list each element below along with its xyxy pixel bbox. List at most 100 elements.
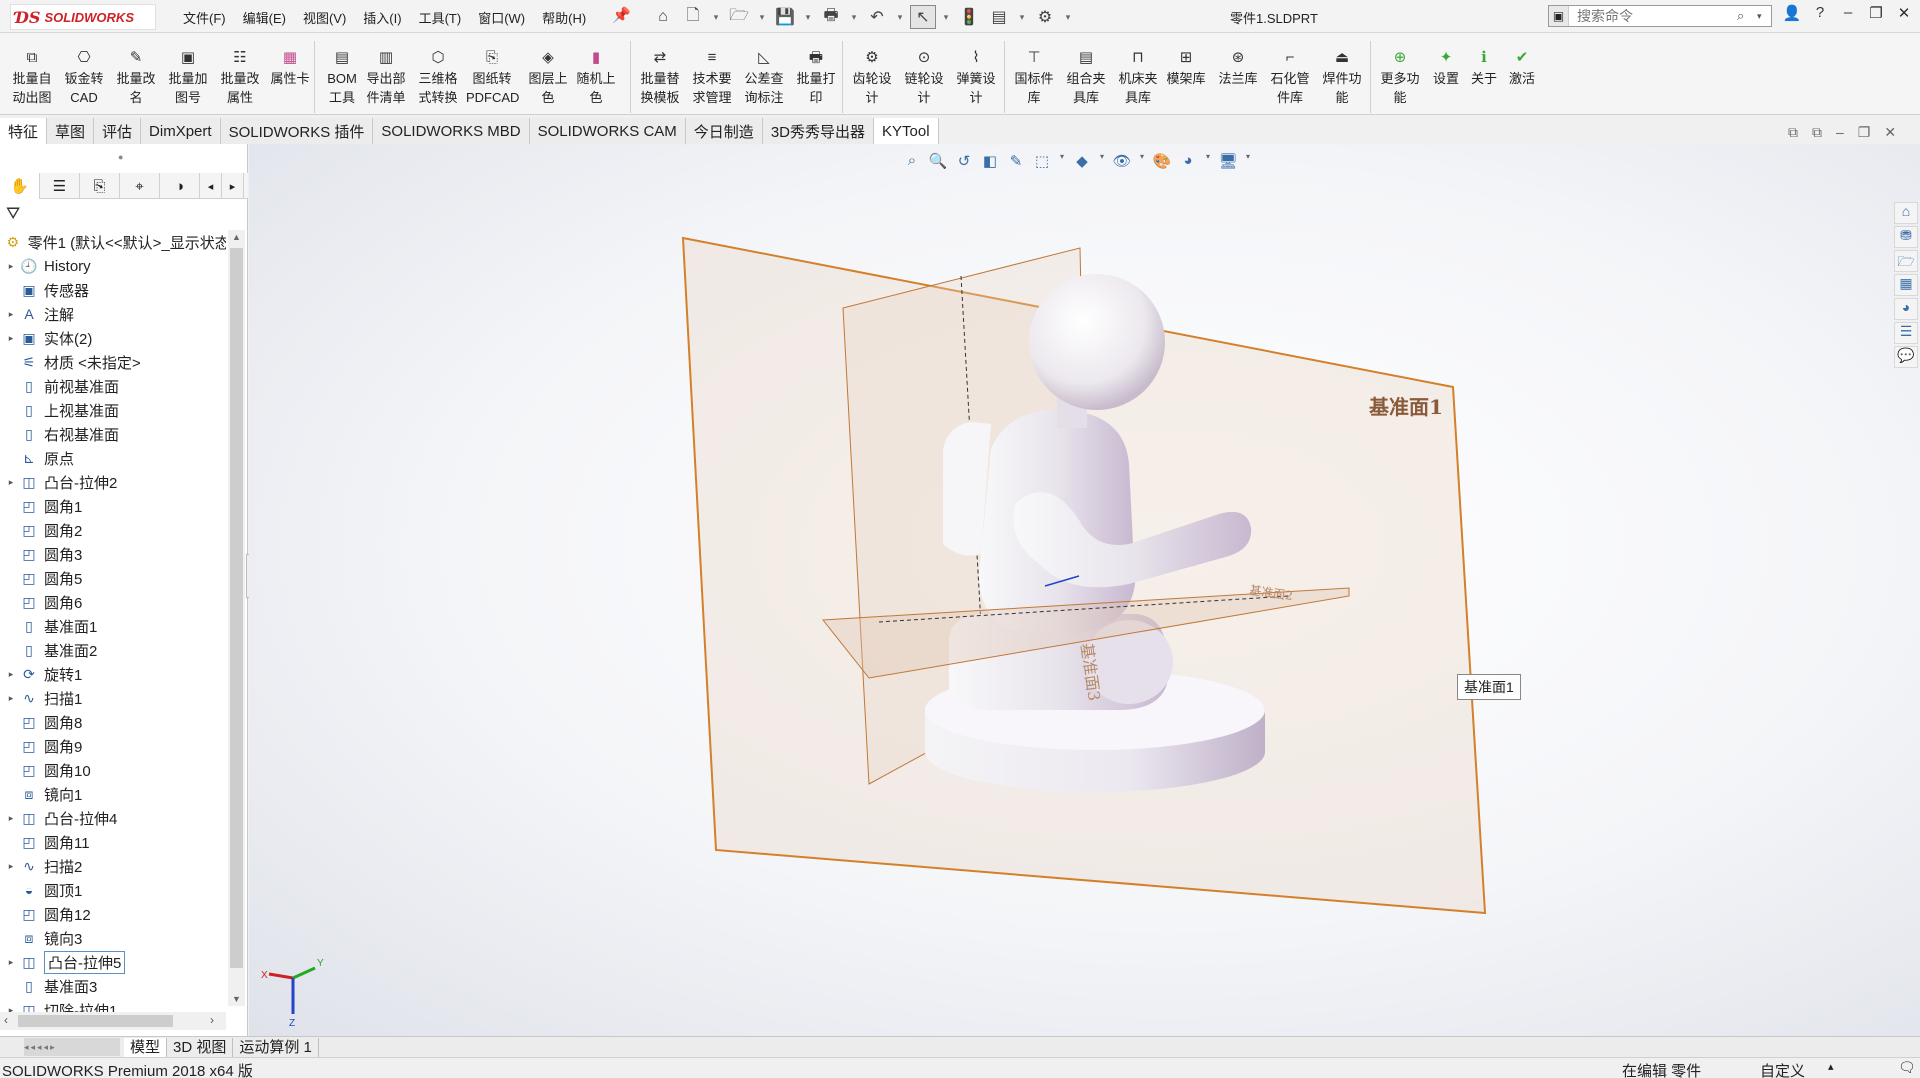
- chevron-right-icon[interactable]: ▸: [222, 173, 244, 199]
- cmd-button-weldment[interactable]: ⏏ 焊件功 能: [1316, 47, 1368, 107]
- head[interactable]: [1029, 274, 1165, 410]
- scroll-thumb[interactable]: [230, 248, 243, 968]
- cmd-button-random-color[interactable]: ▮ 随机上 色: [570, 47, 622, 107]
- cmd-button-tech-req[interactable]: ≡ 技术要 求管理: [686, 47, 738, 107]
- search-scope-icon[interactable]: ▣: [1549, 6, 1569, 26]
- tree-item[interactable]: ▯ 上视基准面: [0, 398, 226, 422]
- dimxpert-manager-tab-icon[interactable]: ⌖: [120, 173, 160, 199]
- save-icon[interactable]: 💾: [772, 5, 798, 29]
- cmd-button-export-list[interactable]: ▥ 导出部 件清单: [360, 47, 412, 107]
- unit-system[interactable]: 自定义: [1760, 1060, 1805, 1078]
- file-explorer-icon[interactable]: 🗁: [1894, 250, 1918, 272]
- new-document-icon[interactable]: 🗋: [680, 5, 706, 29]
- tile-left-icon[interactable]: ⧉: [1788, 124, 1798, 141]
- minimize-icon[interactable]: –: [1836, 124, 1844, 141]
- hide-show-items-icon[interactable]: 👁: [1111, 152, 1133, 170]
- tab-addins[interactable]: SOLIDWORKS 插件: [220, 118, 374, 144]
- edit-appearance-icon[interactable]: 🎨: [1151, 152, 1173, 170]
- tab-3d-view[interactable]: 3D 视图: [167, 1037, 234, 1057]
- chevron-down-icon[interactable]: ▾: [1097, 152, 1107, 170]
- chevron-down-icon[interactable]: ▾: [894, 5, 906, 29]
- tab-navigation-arrows[interactable]: ◂◂◂◂▸: [24, 1038, 120, 1056]
- dynamic-annotation-icon[interactable]: ✎: [1005, 152, 1027, 170]
- tab-3dxx-exporter[interactable]: 3D秀秀导出器: [762, 118, 874, 144]
- tree-root-part[interactable]: ⚙ 零件1 (默认<<默认>_显示状态: [0, 230, 226, 254]
- search-icon[interactable]: ⌕: [1737, 8, 1757, 24]
- chevron-down-icon[interactable]: ▾: [802, 5, 814, 29]
- filter-icon[interactable]: ⛛: [6, 204, 20, 224]
- tree-item[interactable]: ▯ 右视基准面: [0, 422, 226, 446]
- cmd-button-batch-property[interactable]: ☷ 批量改 属性: [214, 47, 266, 107]
- zoom-to-fit-icon[interactable]: ⌕: [901, 152, 923, 170]
- tree-item[interactable]: ◰ 圆角12: [0, 902, 226, 926]
- expand-arrow-icon[interactable]: ▸: [4, 813, 18, 824]
- menu-help[interactable]: 帮助(H): [535, 6, 593, 29]
- view-palette-icon[interactable]: ▦: [1894, 274, 1918, 296]
- appearances-icon[interactable]: ◕: [1894, 298, 1918, 320]
- print-icon[interactable]: 🖶: [818, 5, 844, 29]
- tab-motion-study[interactable]: 运动算例 1: [233, 1037, 319, 1057]
- tree-item[interactable]: ▸ ⟳ 旋转1: [0, 662, 226, 686]
- select-pointer-icon[interactable]: ↖: [910, 5, 936, 29]
- chevron-down-icon[interactable]: ▾: [1203, 152, 1213, 170]
- close-icon[interactable]: ✕: [1892, 4, 1916, 22]
- forum-icon[interactable]: 💬: [1894, 346, 1918, 368]
- tree-item[interactable]: ▯ 基准面2: [0, 638, 226, 662]
- chevron-down-icon[interactable]: ▾: [1016, 5, 1028, 29]
- view-settings-icon[interactable]: 🖥: [1217, 152, 1239, 170]
- open-folder-icon[interactable]: 🗁: [726, 5, 752, 29]
- expand-arrow-icon[interactable]: ▸: [4, 957, 18, 968]
- expand-arrow-icon[interactable]: ▸: [4, 861, 18, 872]
- cmd-button-3d-convert[interactable]: ⬡ 三维格 式转换: [412, 47, 464, 107]
- tree-item[interactable]: ⚟ 材质 <未指定>: [0, 350, 226, 374]
- chevron-up-icon[interactable]: ▴: [1828, 1060, 1834, 1073]
- cmd-button-mold-base[interactable]: ⊞ 模架库: [1160, 47, 1212, 88]
- cmd-button-machine-fixture[interactable]: ⊓ 机床夹 具库: [1112, 47, 1164, 107]
- restore-icon[interactable]: ❐: [1858, 124, 1871, 141]
- tree-horizontal-scrollbar[interactable]: ‹ ›: [0, 1012, 226, 1030]
- cmd-button-gear[interactable]: ⚙ 齿轮设 计: [846, 47, 898, 107]
- expand-arrow-icon[interactable]: ▸: [4, 309, 18, 320]
- tree-item[interactable]: ◰ 圆角1: [0, 494, 226, 518]
- expand-arrow-icon[interactable]: ▸: [4, 693, 18, 704]
- expand-arrow-icon[interactable]: ▸: [4, 261, 18, 272]
- tree-item[interactable]: ◰ 圆角3: [0, 542, 226, 566]
- cmd-button-spring[interactable]: ⌇ 弹簧设 计: [950, 47, 1002, 107]
- property-manager-tab-icon[interactable]: ☰: [40, 173, 80, 199]
- custom-properties-icon[interactable]: ☰: [1894, 322, 1918, 344]
- scroll-thumb[interactable]: [18, 1015, 173, 1027]
- cmd-button-standard-parts[interactable]: ⊤ 国标件 库: [1008, 47, 1060, 107]
- cmd-button-batch-rename[interactable]: ✎ 批量改 名: [110, 47, 162, 107]
- tab-kytool[interactable]: KYTool: [874, 118, 939, 144]
- menu-insert[interactable]: 插入(I): [356, 6, 408, 29]
- tree-item[interactable]: ⧈ 镜向3: [0, 926, 226, 950]
- scroll-down-icon[interactable]: ▼: [228, 994, 245, 1004]
- tree-item[interactable]: ▯ 前视基准面: [0, 374, 226, 398]
- cmd-button-sprocket[interactable]: ⊙ 链轮设 计: [898, 47, 950, 107]
- cmd-button-template[interactable]: ⇄ 批量替 换模板: [634, 47, 686, 107]
- solidworks-resources-icon[interactable]: ⌂: [1894, 202, 1918, 224]
- tree-item[interactable]: ◰ 圆角11: [0, 830, 226, 854]
- panel-grip-icon[interactable]: ●: [118, 152, 123, 162]
- tab-cam[interactable]: SOLIDWORKS CAM: [529, 118, 686, 144]
- tree-item[interactable]: ◰ 圆角10: [0, 758, 226, 782]
- scroll-up-icon[interactable]: ▲: [228, 232, 245, 242]
- chevron-down-icon[interactable]: ▾: [756, 5, 768, 29]
- view-orientation-icon[interactable]: ⬚: [1031, 152, 1053, 170]
- cmd-button-batch-drawing[interactable]: ⧉ 批量自 动出图: [6, 47, 58, 107]
- tab-dimxpert[interactable]: DimXpert: [141, 118, 221, 144]
- expand-arrow-icon[interactable]: ▸: [4, 669, 18, 680]
- chevron-down-icon[interactable]: ▾: [1062, 5, 1074, 29]
- tree-item[interactable]: ◰ 圆角9: [0, 734, 226, 758]
- restore-icon[interactable]: ❐: [1864, 4, 1888, 22]
- zoom-to-area-icon[interactable]: 🔍: [927, 152, 949, 170]
- tree-item[interactable]: ▸ ◫ 凸台-拉伸4: [0, 806, 226, 830]
- close-icon[interactable]: ✕: [1884, 124, 1896, 141]
- tree-item[interactable]: ◰ 圆角8: [0, 710, 226, 734]
- menu-window[interactable]: 窗口(W): [471, 6, 532, 29]
- tab-sketch[interactable]: 草图: [47, 118, 95, 144]
- rebuild-traffic-light-icon[interactable]: 🚦: [956, 5, 982, 29]
- tree-item[interactable]: ▣ 传感器: [0, 278, 226, 302]
- expand-arrow-icon[interactable]: ▸: [4, 333, 18, 344]
- chevron-down-icon[interactable]: ▾: [1243, 152, 1253, 170]
